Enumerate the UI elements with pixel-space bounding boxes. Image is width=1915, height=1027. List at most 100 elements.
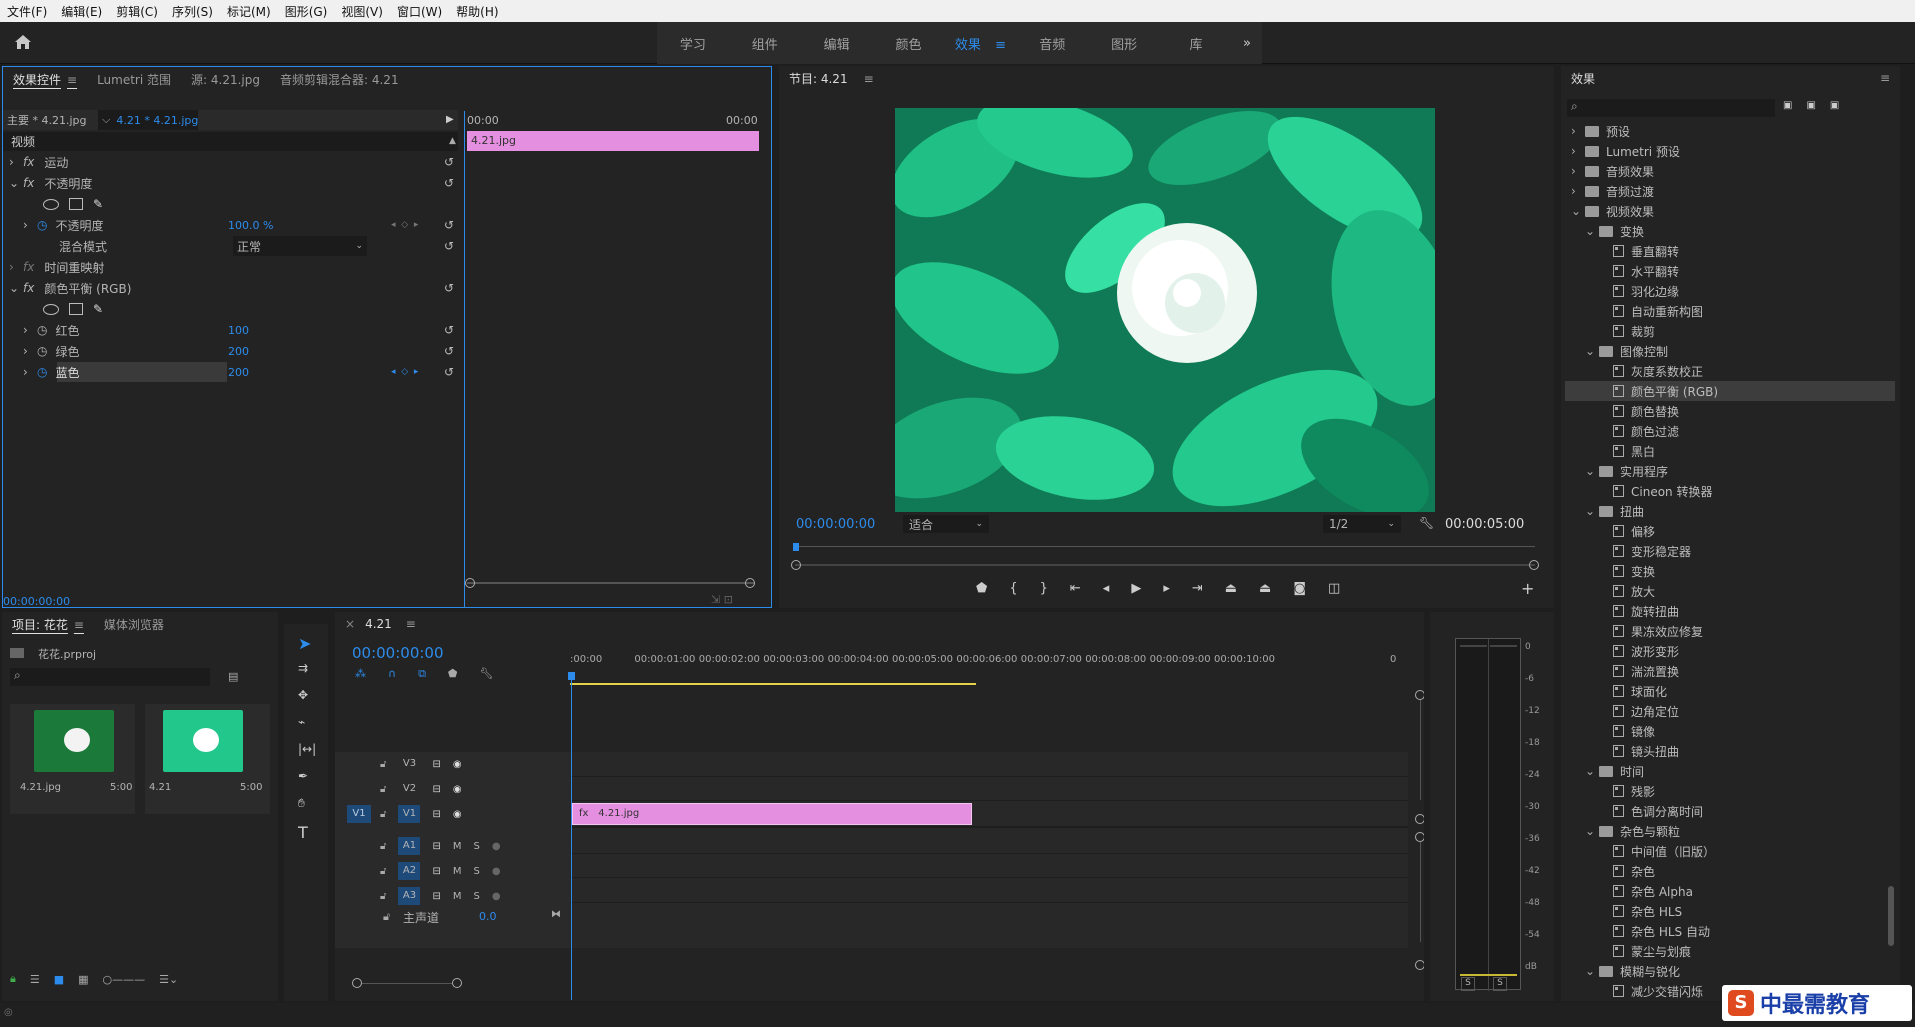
project-search-input[interactable]: ⌕: [10, 668, 210, 686]
reset-icon[interactable]: ↺: [444, 365, 454, 379]
mic-icon[interactable]: ●: [492, 866, 501, 877]
effects-item[interactable]: Cineon 转换器: [1565, 481, 1895, 501]
ec-zoom-scroll[interactable]: [467, 582, 755, 584]
effects-item[interactable]: 蒙尘与划痕: [1565, 941, 1895, 961]
effects-item[interactable]: 果冻效应修复: [1565, 621, 1895, 641]
mic-icon[interactable]: ●: [492, 841, 501, 852]
home-icon[interactable]: [14, 34, 32, 53]
effects-item[interactable]: 灰度系数校正: [1565, 361, 1895, 381]
eye-icon[interactable]: ◉: [453, 784, 462, 795]
sequence-clip-dropdown[interactable]: ⌵ 4.21 * 4.21.jpg: [98, 110, 198, 130]
track-label[interactable]: A2: [398, 862, 421, 880]
workspace-effects[interactable]: 效果 ≡: [945, 34, 1017, 53]
solo-button[interactable]: S: [474, 891, 480, 902]
freeform-view-icon[interactable]: ▦: [78, 973, 88, 986]
play-icon[interactable]: ▶: [1131, 581, 1141, 596]
master-expand-icon[interactable]: ⧓: [551, 909, 561, 920]
blend-mode-dropdown[interactable]: 正常 ⌄: [233, 236, 367, 256]
reset-icon[interactable]: ↺: [444, 239, 454, 253]
time-remap-row[interactable]: › fx 时间重映射: [9, 257, 104, 277]
wrench-icon[interactable]: 🔧︎: [1419, 516, 1434, 530]
reset-icon[interactable]: ↺: [444, 218, 454, 232]
effects-item[interactable]: 裁剪: [1565, 321, 1895, 341]
panel-menu-icon[interactable]: ≡: [1880, 71, 1890, 85]
timeline-ruler[interactable]: :00:00 00:00:01:00 00:00:02:00 00:00:03:00 0…: [570, 654, 1410, 674]
menu-graphics[interactable]: 图形(G): [278, 3, 335, 20]
motion-effect-row[interactable]: › fx 运动: [9, 152, 68, 172]
effects-item[interactable]: 水平翻转: [1565, 261, 1895, 281]
nest-icon[interactable]: ⁂: [355, 667, 366, 681]
play-only-icon[interactable]: ▶: [446, 114, 454, 125]
pen-tool-icon[interactable]: ✒: [298, 769, 308, 783]
reset-icon[interactable]: ↺: [444, 344, 454, 358]
sync-lock-icon[interactable]: ⊟: [432, 891, 440, 902]
effects-item[interactable]: 镜像: [1565, 721, 1895, 741]
timeline-settings-icon[interactable]: 🔧︎: [479, 667, 493, 681]
stopwatch-icon[interactable]: ◷: [37, 218, 47, 232]
effects-item[interactable]: 偏移: [1565, 521, 1895, 541]
ripple-edit-tool-icon[interactable]: ✥: [298, 688, 308, 702]
effects-item[interactable]: 黑白: [1565, 441, 1895, 461]
effects-item[interactable]: 羽化边缘: [1565, 281, 1895, 301]
tab-media-browser[interactable]: 媒体浏览器: [94, 616, 174, 633]
solo-right-button[interactable]: S: [1493, 977, 1507, 991]
icon-view-icon[interactable]: ■: [54, 973, 64, 986]
solo-button[interactable]: S: [474, 841, 480, 852]
master-lock-icon[interactable]: 🔓︎: [383, 910, 390, 924]
menu-markers[interactable]: 标记(M): [220, 3, 278, 20]
lock-icon[interactable]: 🔓︎: [380, 891, 386, 902]
pen-mask-icon[interactable]: ✎: [93, 302, 103, 316]
mark-in-icon[interactable]: {: [1009, 581, 1017, 596]
opacity-effect-row[interactable]: ⌄ fx 不透明度: [9, 173, 92, 193]
track-select-tool-icon[interactable]: ⇉: [298, 661, 308, 675]
type-tool-icon[interactable]: T: [298, 823, 308, 842]
collapse-up-icon[interactable]: ▲: [449, 136, 456, 146]
workspace-libraries[interactable]: 库: [1160, 34, 1232, 53]
zoom-fit-dropdown[interactable]: 适合 ⌄: [903, 515, 989, 533]
effects-folder[interactable]: › Lumetri 预设: [1565, 141, 1895, 161]
linked-selection-icon[interactable]: ⧉: [418, 667, 426, 681]
track-label[interactable]: A1: [398, 837, 421, 855]
ec-timecode[interactable]: 00:00:00:00: [3, 595, 70, 607]
effects-item[interactable]: 镜头扭曲: [1565, 741, 1895, 761]
workspace-graphics[interactable]: 图形: [1088, 34, 1160, 53]
stopwatch-icon[interactable]: ◷: [37, 323, 47, 337]
effects-item[interactable]: 杂色 Alpha: [1565, 881, 1895, 901]
effects-item[interactable]: 颜色替换: [1565, 401, 1895, 421]
workspace-learn[interactable]: 学习: [657, 34, 729, 53]
pen-mask-icon[interactable]: ✎: [93, 197, 103, 211]
master-track-value[interactable]: 0.0: [479, 910, 497, 923]
tab-audio-clip-mixer[interactable]: 音频剪辑混合器: 4.21: [270, 71, 409, 88]
mute-button[interactable]: M: [453, 891, 462, 902]
comparison-view-icon[interactable]: ◫: [1328, 581, 1340, 596]
resolution-dropdown[interactable]: 1/2 ⌄: [1323, 515, 1401, 533]
track-lanes[interactable]: [570, 752, 1408, 948]
solo-left-button[interactable]: S: [1461, 977, 1475, 991]
track-label[interactable]: V1: [398, 805, 421, 823]
step-forward-icon[interactable]: ▸: [1163, 581, 1170, 596]
ellipse-mask-icon[interactable]: [43, 303, 59, 315]
timeline-playhead[interactable]: [571, 674, 572, 1000]
effects-folder[interactable]: ⌄ 杂色与颗粒: [1565, 821, 1895, 841]
ellipse-mask-icon[interactable]: [43, 198, 59, 210]
effects-item[interactable]: 杂色: [1565, 861, 1895, 881]
project-item-image[interactable]: 4.21.jpg 5:00: [10, 704, 135, 814]
effects-item[interactable]: 变换: [1565, 561, 1895, 581]
effects-folder[interactable]: ⌄ 实用程序: [1565, 461, 1895, 481]
yuv-effects-icon[interactable]: ▣: [1830, 100, 1839, 111]
track-label[interactable]: A3: [398, 887, 421, 905]
effects-folder[interactable]: › 音频效果: [1565, 161, 1895, 181]
ec-clip-bar[interactable]: 4.21.jpg: [467, 131, 759, 151]
snap-icon[interactable]: ∩: [388, 667, 396, 681]
project-item-sequence[interactable]: 4.21 5:00: [145, 704, 270, 814]
effects-item[interactable]: 垂直翻转: [1565, 241, 1895, 261]
timeline-timecode[interactable]: 00:00:00:00: [352, 644, 444, 662]
mic-icon[interactable]: ●: [492, 891, 501, 902]
lock-icon[interactable]: 🔓︎: [380, 866, 386, 877]
effects-item[interactable]: 自动重新构图: [1565, 301, 1895, 321]
effects-folder[interactable]: › 音频过渡: [1565, 181, 1895, 201]
sync-lock-icon[interactable]: ⊟: [432, 841, 440, 852]
effects-item[interactable]: 放大: [1565, 581, 1895, 601]
razor-tool-icon[interactable]: ⌁: [298, 715, 305, 729]
effects-item[interactable]: 湍流置换: [1565, 661, 1895, 681]
